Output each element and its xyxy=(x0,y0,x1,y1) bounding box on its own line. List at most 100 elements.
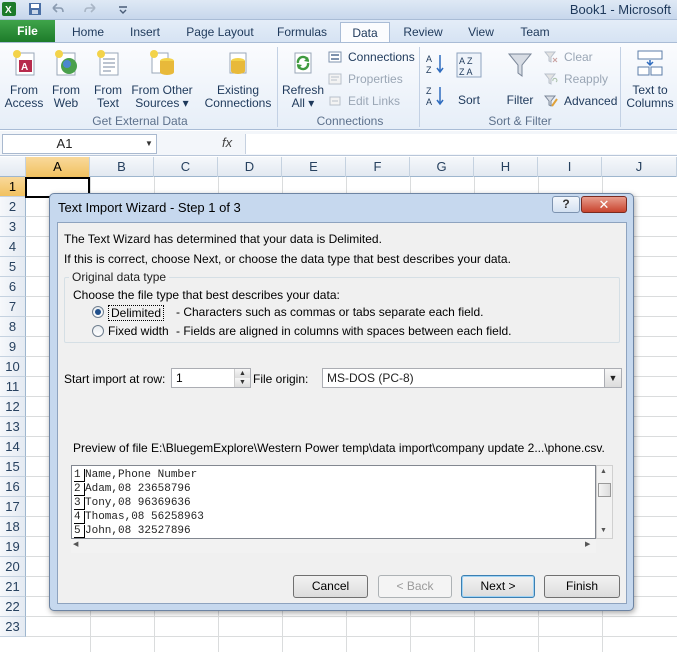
column-header[interactable]: G xyxy=(410,157,474,177)
row-header[interactable]: 4 xyxy=(0,237,26,257)
connections-button[interactable]: Connections xyxy=(328,49,415,65)
next-button[interactable]: Next > xyxy=(461,575,535,598)
preview-horizontal-scrollbar[interactable]: ◀ ▶ xyxy=(71,539,596,553)
from-other-sources-button[interactable]: From Other Sources ▾ xyxy=(130,49,194,110)
scroll-up-icon[interactable]: ▲ xyxy=(600,468,607,475)
sort-a-to-z-icon[interactable]: AZ xyxy=(425,53,445,75)
column-header[interactable]: I xyxy=(538,157,602,177)
row-header[interactable]: 11 xyxy=(0,377,26,397)
properties-icon xyxy=(328,73,342,85)
file-origin-label: File origin: xyxy=(253,372,309,386)
row-header[interactable]: 18 xyxy=(0,517,26,537)
row-header[interactable]: 17 xyxy=(0,497,26,517)
from-access-label-2: Access xyxy=(4,96,44,110)
tab-review[interactable]: Review xyxy=(397,22,449,42)
row-header[interactable]: 20 xyxy=(0,557,26,577)
delimited-label[interactable]: Delimited xyxy=(108,305,165,321)
row-header[interactable]: 7 xyxy=(0,297,26,317)
spin-up-icon[interactable]: ▲ xyxy=(235,369,250,378)
properties-button[interactable]: Properties xyxy=(328,71,403,87)
close-button[interactable]: ✕ xyxy=(581,196,627,213)
name-box[interactable]: A1 xyxy=(2,134,157,154)
delimited-description: - Characters such as commas or tabs sepa… xyxy=(176,305,484,319)
undo-icon[interactable] xyxy=(50,2,64,16)
clear-button[interactable]: Clear xyxy=(544,49,593,65)
file-preview[interactable]: 1 Name,Phone Number 2 Adam,08 23658796 3 To… xyxy=(71,465,596,539)
row-header[interactable]: 2 xyxy=(0,197,26,217)
column-header[interactable]: B xyxy=(90,157,154,177)
row-header[interactable]: 19 xyxy=(0,537,26,557)
redo-icon[interactable] xyxy=(84,2,98,16)
row-header[interactable]: 16 xyxy=(0,477,26,497)
refresh-all-button[interactable]: Refresh All ▾ xyxy=(281,49,325,110)
from-access-button[interactable]: A From Access xyxy=(2,49,46,110)
start-row-spinner[interactable]: 1 ▲ ▼ xyxy=(171,368,251,388)
scroll-left-icon[interactable]: ◀ xyxy=(73,540,78,548)
from-text-button[interactable]: From Text xyxy=(88,49,128,110)
customize-toolbar-icon[interactable] xyxy=(116,2,130,16)
back-button[interactable]: < Back xyxy=(378,575,452,598)
column-header[interactable]: J xyxy=(602,157,677,177)
column-header[interactable]: H xyxy=(474,157,538,177)
name-box-dropdown-icon[interactable]: ▼ xyxy=(145,139,153,148)
scroll-down-icon[interactable]: ▼ xyxy=(600,527,607,534)
delimited-radio[interactable] xyxy=(92,306,104,318)
column-header[interactable]: E xyxy=(282,157,346,177)
tab-data[interactable]: Data xyxy=(340,22,390,42)
tab-formulas[interactable]: Formulas xyxy=(272,22,332,42)
select-all-corner[interactable] xyxy=(0,157,26,177)
row-header[interactable]: 13 xyxy=(0,417,26,437)
tab-home[interactable]: Home xyxy=(66,22,110,42)
scroll-right-icon[interactable]: ▶ xyxy=(585,540,590,548)
fixed-width-label[interactable]: Fixed width xyxy=(108,324,169,338)
tab-insert[interactable]: Insert xyxy=(122,22,168,42)
row-header[interactable]: 15 xyxy=(0,457,26,477)
row-header[interactable]: 8 xyxy=(0,317,26,337)
file-origin-select[interactable]: MS-DOS (PC-8) ▼ xyxy=(322,368,622,388)
filter-button[interactable]: Filter xyxy=(500,51,540,107)
sort-z-to-a-icon[interactable]: ZA xyxy=(425,85,445,107)
preview-line: 4 Thomas,08 56258963 xyxy=(74,511,204,524)
row-header[interactable]: 22 xyxy=(0,597,26,617)
row-header[interactable]: 5 xyxy=(0,257,26,277)
row-header[interactable]: 23 xyxy=(0,617,26,637)
original-data-type-legend: Original data type xyxy=(69,270,170,284)
row-header[interactable]: 10 xyxy=(0,357,26,377)
cancel-button[interactable]: Cancel xyxy=(293,575,368,598)
reapply-button[interactable]: Reapply xyxy=(544,71,608,87)
edit-links-icon xyxy=(329,96,341,106)
row-header[interactable]: 1 xyxy=(0,177,26,197)
fixed-width-radio[interactable] xyxy=(92,325,104,337)
column-header[interactable]: C xyxy=(154,157,218,177)
row-header[interactable]: 14 xyxy=(0,437,26,457)
column-header[interactable]: A xyxy=(26,157,90,177)
advanced-button[interactable]: Advanced xyxy=(544,93,617,109)
row-header[interactable]: 9 xyxy=(0,337,26,357)
tab-team[interactable]: Team xyxy=(512,22,558,42)
formula-input[interactable] xyxy=(245,134,677,154)
spinner-buttons[interactable]: ▲ ▼ xyxy=(234,369,250,387)
advanced-label: Advanced xyxy=(564,94,618,108)
sort-button[interactable]: A ZZ A Sort xyxy=(451,51,487,107)
tab-view[interactable]: View xyxy=(460,22,502,42)
row-header[interactable]: 21 xyxy=(0,577,26,597)
row-header[interactable]: 12 xyxy=(0,397,26,417)
tab-page-layout[interactable]: Page Layout xyxy=(180,22,260,42)
spin-down-icon[interactable]: ▼ xyxy=(235,378,250,387)
from-web-button[interactable]: From Web xyxy=(46,49,86,110)
row-header[interactable]: 3 xyxy=(0,217,26,237)
existing-connections-button[interactable]: Existing Connections xyxy=(202,49,274,110)
column-header[interactable]: F xyxy=(346,157,410,177)
insert-function-icon[interactable]: fx xyxy=(222,135,232,150)
dropdown-arrow-icon[interactable]: ▼ xyxy=(604,369,621,387)
preview-vertical-scrollbar[interactable]: ▲ ▼ xyxy=(596,465,613,539)
finish-button[interactable]: Finish xyxy=(544,575,620,598)
help-button[interactable]: ? xyxy=(552,196,580,213)
column-header[interactable]: D xyxy=(218,157,282,177)
save-icon[interactable] xyxy=(28,2,42,16)
tab-file[interactable]: File xyxy=(0,20,55,42)
edit-links-button[interactable]: Edit Links xyxy=(328,93,400,109)
text-to-columns-button[interactable]: Text to Columns xyxy=(626,49,674,110)
scroll-thumb[interactable] xyxy=(598,483,611,497)
row-header[interactable]: 6 xyxy=(0,277,26,297)
